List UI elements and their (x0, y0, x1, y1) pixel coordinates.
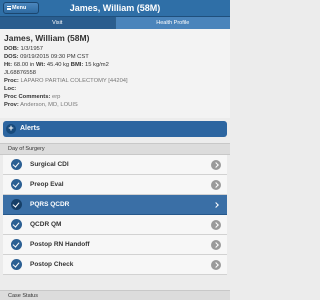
prov-row: Prov: Anderson, MD, LOUIS (4, 101, 226, 109)
patient-summary: James, William (58M) DOB: 1/3/1957 DOS: … (0, 29, 230, 118)
list-item-label: QCDR QM (30, 221, 62, 228)
list-item-preop-eval[interactable]: Preop Eval (3, 175, 227, 195)
list-item-surgical-cdi[interactable]: Surgical CDI (3, 155, 227, 175)
mrn-value: JL68876558 (4, 70, 36, 76)
chevron-right-icon (211, 160, 221, 170)
loc-row: Loc: (4, 85, 226, 93)
proc-label: Proc: (4, 78, 19, 84)
checkmark-icon (11, 259, 22, 270)
list-item-postop-check[interactable]: Postop Check (3, 255, 227, 275)
list-item-label: Postop Check (30, 261, 74, 268)
proc-row: Proc: LAPARO PARTIAL COLECTOMY [44204] (4, 77, 226, 85)
dos-value: 09/19/2015 09:30 PM CST (20, 54, 89, 60)
list-item-qcdr-qm[interactable]: QCDR QM (3, 215, 227, 235)
proc-comments-value: erp (52, 94, 61, 100)
list-item-label: Surgical CDI (30, 161, 69, 168)
chevron-right-icon (211, 180, 221, 190)
patient-name: James, William (58M) (4, 33, 90, 43)
bmi-label: BMI: (70, 62, 84, 68)
dob-label: DOB: (4, 46, 19, 52)
case-status-header: Case Status (0, 290, 230, 300)
dos-label: DOS: (4, 54, 19, 60)
top-bar: Menu James, William (58M) (0, 0, 230, 17)
chevron-right-icon (211, 240, 221, 250)
list-item-label: Preop Eval (30, 181, 64, 188)
vitals-row: Ht: 68.00 in Wt: 45.40 kg BMI: 15 kg/m2 (4, 61, 226, 69)
chevron-right-icon (211, 260, 221, 270)
checkmark-icon (11, 239, 22, 250)
prov-value: Anderson, MD, LOUIS (20, 102, 78, 108)
checkmark-icon (11, 179, 22, 190)
dob-row: DOB: 1/3/1957 (4, 45, 226, 53)
tab-visit[interactable]: Visit (0, 17, 116, 29)
dob-value: 1/3/1957 (20, 46, 44, 52)
list-item-pqrs-qcdr[interactable]: PQRS QCDR (3, 195, 227, 215)
day-of-surgery-header: Day of Surgery (0, 143, 230, 155)
bmi-value: 15 kg/m2 (84, 62, 109, 68)
wt-value: 45.40 kg (46, 62, 70, 68)
dos-row: DOS: 09/19/2015 09:30 PM CST (4, 53, 226, 61)
plus-icon: + (6, 124, 16, 134)
list-item-postop-rn-handoff[interactable]: Postop RN Handoff (3, 235, 227, 255)
wt-label: Wt: (35, 62, 46, 68)
tab-health-profile[interactable]: Health Profile (115, 17, 230, 29)
alerts-label: Alerts (20, 125, 40, 132)
list-item-label: PQRS QCDR (30, 201, 70, 208)
ht-value: 68.00 in (13, 62, 35, 68)
checkmark-icon (11, 159, 22, 170)
mrn-row: JL68876558 (4, 69, 226, 77)
proc-value: LAPARO PARTIAL COLECTOMY [44204] (20, 78, 128, 84)
day-of-surgery-list: Surgical CDI Preop Eval PQRS QCDR QCDR Q… (3, 155, 227, 275)
ht-label: Ht: (4, 62, 13, 68)
proc-comments-row: Proc Comments: erp (4, 93, 226, 101)
chevron-right-icon (211, 220, 221, 230)
proc-comments-label: Proc Comments: (4, 94, 51, 100)
header-title: James, William (58M) (69, 3, 161, 13)
checkmark-icon (11, 219, 22, 230)
checkmark-icon (11, 199, 22, 210)
chevron-right-icon (211, 200, 221, 210)
prov-label: Prov: (4, 102, 19, 108)
loc-label: Loc: (4, 86, 17, 92)
tab-bar: Visit Health Profile (0, 17, 230, 29)
alerts-bar[interactable]: + Alerts (3, 121, 227, 137)
list-item-label: Postop RN Handoff (30, 241, 90, 248)
